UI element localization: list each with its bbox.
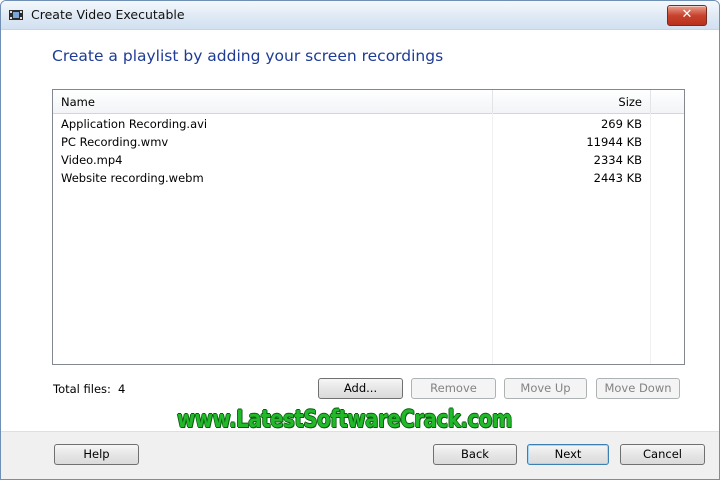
- column-header-name[interactable]: Name: [61, 95, 95, 109]
- list-item[interactable]: Video.mp4 2334 KB: [53, 152, 684, 170]
- list-item[interactable]: Application Recording.avi 269 KB: [53, 116, 684, 134]
- move-up-button[interactable]: Move Up: [504, 378, 587, 399]
- column-divider[interactable]: [650, 90, 651, 113]
- list-header: Name Size: [53, 90, 684, 114]
- window-title: Create Video Executable: [31, 7, 185, 22]
- list-item[interactable]: PC Recording.wmv 11944 KB: [53, 134, 684, 152]
- list-rows: Application Recording.avi 269 KB PC Reco…: [53, 116, 684, 188]
- file-name: Website recording.webm: [61, 171, 204, 185]
- total-files-label: Total files:: [53, 382, 111, 396]
- film-strip-icon: [8, 7, 24, 23]
- list-item[interactable]: Website recording.webm 2443 KB: [53, 170, 684, 188]
- title-bar[interactable]: Create Video Executable ✕: [1, 1, 719, 30]
- file-name: Application Recording.avi: [61, 117, 208, 131]
- move-down-button[interactable]: Move Down: [596, 378, 680, 399]
- next-button[interactable]: Next: [527, 444, 609, 465]
- playlist-listview[interactable]: Name Size Application Recording.avi 269 …: [52, 89, 685, 365]
- help-button[interactable]: Help: [54, 444, 139, 465]
- dialog-window: Create Video Executable ✕ Create a playl…: [0, 0, 720, 480]
- file-size: 269 KB: [600, 117, 642, 131]
- column-header-size[interactable]: Size: [493, 95, 642, 109]
- close-button[interactable]: ✕: [667, 5, 707, 26]
- total-files-count: 4: [118, 382, 126, 396]
- file-size: 2334 KB: [593, 153, 642, 167]
- watermark-text: www.LatestSoftwareCrack.com: [177, 405, 512, 433]
- back-button[interactable]: Back: [433, 444, 517, 465]
- file-name: PC Recording.wmv: [61, 135, 169, 149]
- remove-button[interactable]: Remove: [411, 378, 496, 399]
- cancel-button[interactable]: Cancel: [620, 444, 705, 465]
- page-heading: Create a playlist by adding your screen …: [52, 47, 444, 65]
- file-size: 2443 KB: [593, 171, 642, 185]
- close-icon: ✕: [681, 7, 693, 22]
- file-size: 11944 KB: [586, 135, 642, 149]
- add-button[interactable]: Add...: [318, 378, 403, 399]
- dialog-footer: Help Back Next Cancel: [1, 431, 719, 479]
- file-name: Video.mp4: [61, 153, 123, 167]
